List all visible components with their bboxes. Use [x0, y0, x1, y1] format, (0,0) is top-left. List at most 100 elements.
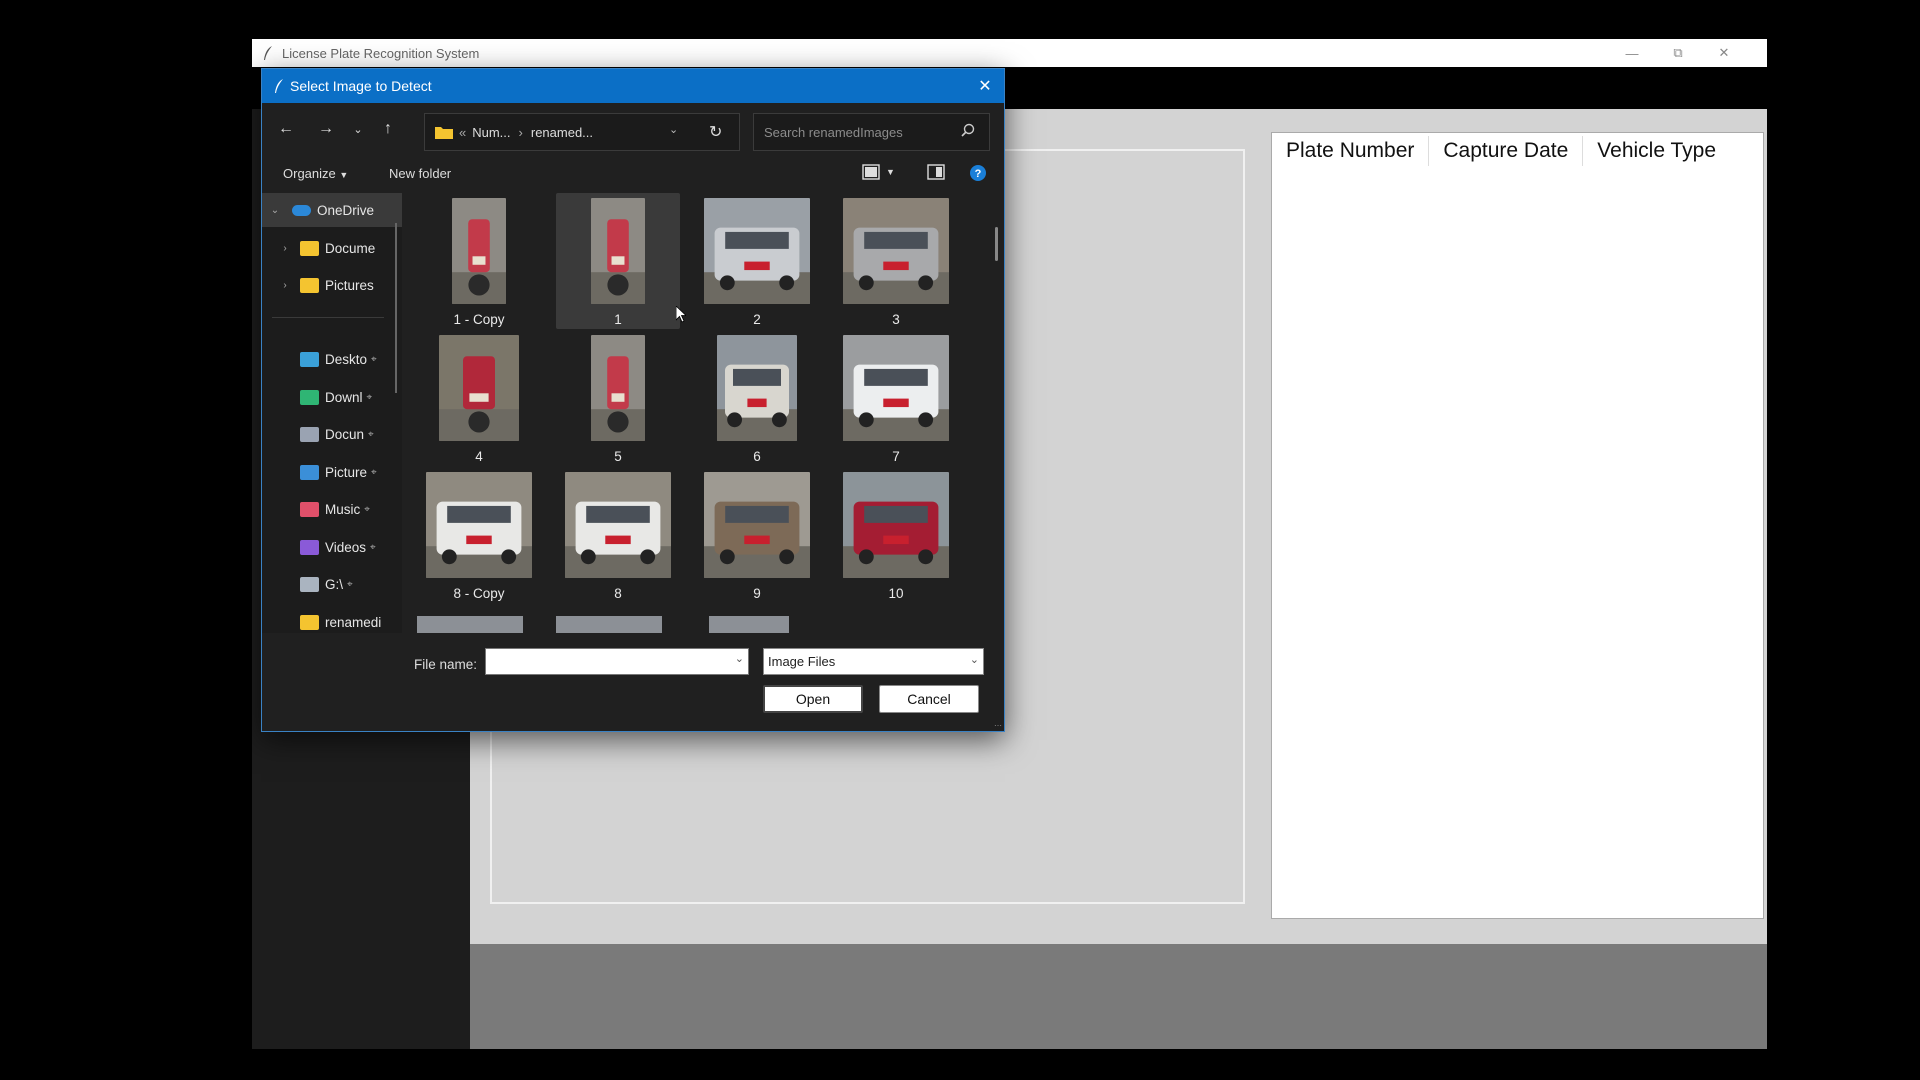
breadcrumb-renamed[interactable]: renamed...	[531, 125, 593, 140]
view-icon	[862, 164, 880, 180]
view-options-button[interactable]: ▼	[862, 164, 895, 180]
tree-item-label: Videos	[325, 539, 367, 555]
tree-scrollbar[interactable]	[395, 223, 397, 393]
file-item[interactable]: 6	[695, 330, 819, 466]
file-type-value: Image Files	[768, 654, 836, 669]
pin-icon: ⌖	[370, 541, 376, 553]
help-icon[interactable]: ?	[969, 164, 987, 182]
file-item[interactable]: 1	[556, 193, 680, 329]
overflow-crumb[interactable]: «	[459, 125, 466, 140]
tree-item-label: Picture	[325, 464, 368, 480]
navigation-bar: ← → ⌄ ↑ « Num... › renamed... ⌄ ↻ Search…	[262, 103, 1004, 155]
file-type-filter[interactable]: Image Files ⌄	[763, 648, 984, 675]
file-grid-scrollbar[interactable]	[995, 227, 998, 261]
dialog-close-icon[interactable]: ✕	[972, 73, 998, 99]
up-arrow-icon[interactable]: ↑	[376, 117, 400, 141]
open-button[interactable]: Open	[763, 685, 863, 713]
file-item[interactable]: 1 - Copy	[417, 193, 541, 329]
app-footer	[470, 944, 1767, 1049]
tree-item[interactable]: › Docume	[262, 231, 402, 265]
file-name: 5	[614, 449, 622, 464]
cancel-button[interactable]: Cancel	[879, 685, 979, 713]
collapse-chevron-icon[interactable]: ›	[278, 243, 292, 254]
image-thumbnail-partial[interactable]	[417, 616, 523, 633]
tree-item-label: Music	[325, 501, 361, 517]
app-titlebar[interactable]: License Plate Recognition System — ⧉ ✕	[252, 39, 1767, 67]
search-input[interactable]: Search renamedImages	[753, 113, 990, 151]
file-item[interactable]: 8 - Copy	[417, 467, 541, 603]
file-name: 10	[888, 586, 904, 601]
restore-icon[interactable]: ⧉	[1655, 39, 1701, 67]
desktop-icon	[300, 351, 319, 367]
file-item[interactable]: 2	[695, 193, 819, 329]
pin-icon: ⌖	[366, 391, 373, 403]
pin-icon: ⌖	[347, 578, 353, 590]
view-caret-icon: ▼	[886, 167, 895, 177]
app-close-icon[interactable]: ✕	[1701, 39, 1747, 67]
dialog-toolbar: Organize ▼ New folder ▼ ?	[262, 155, 1004, 191]
file-item[interactable]: 10	[834, 467, 958, 603]
tree-item[interactable]: Deskto ⌖	[262, 342, 402, 376]
image-thumbnail	[591, 198, 645, 304]
file-item[interactable]: 7	[834, 330, 958, 466]
file-name: 2	[753, 312, 761, 327]
file-item[interactable]: 5	[556, 330, 680, 466]
file-item[interactable]: 9	[695, 467, 819, 603]
tree-item[interactable]: renamedi	[262, 605, 402, 633]
file-name-dropdown-icon[interactable]: ⌄	[735, 652, 744, 665]
tree-item[interactable]: ⌄ OneDrive	[262, 193, 402, 227]
column-header-plate-number[interactable]: Plate Number	[1272, 136, 1430, 166]
tree-item[interactable]: G:\ ⌖	[262, 567, 402, 601]
mouse-cursor-icon	[676, 306, 686, 323]
tree-item[interactable]: › Pictures	[262, 268, 402, 302]
dialog-titlebar[interactable]: Select Image to Detect ✕	[262, 69, 1004, 103]
address-dropdown-chevron-icon[interactable]: ⌄	[669, 123, 678, 136]
forward-arrow-icon[interactable]: →	[314, 117, 338, 141]
file-name-label: File name:	[414, 657, 478, 672]
file-open-dialog: Select Image to Detect ✕ ← → ⌄ ↑ « Num..…	[261, 68, 1005, 732]
file-name-input[interactable]: ⌄	[485, 648, 749, 675]
organize-button[interactable]: Organize ▼	[283, 166, 348, 181]
expand-chevron-icon[interactable]: ⌄	[268, 205, 282, 216]
tree-item[interactable]: Music ⌖	[262, 492, 402, 526]
file-item[interactable]: 8	[556, 467, 680, 603]
filter-dropdown-icon: ⌄	[969, 654, 979, 666]
dialog-title: Select Image to Detect	[290, 78, 432, 94]
file-name: 8 - Copy	[453, 586, 505, 601]
tree-item-label: G:\	[325, 576, 344, 592]
column-header-capture-date[interactable]: Capture Date	[1429, 136, 1584, 166]
file-item[interactable]: 3	[834, 193, 958, 329]
image-thumbnail-partial[interactable]	[709, 616, 789, 633]
file-name: 9	[753, 586, 761, 601]
image-thumbnail	[452, 198, 506, 304]
tree-item-label: Downl	[325, 389, 363, 405]
tree-item[interactable]: Docun ⌖	[262, 417, 402, 451]
folder-icon	[300, 614, 319, 630]
column-header-vehicle-type[interactable]: Vehicle Type	[1583, 136, 1730, 166]
file-grid: 1 - Copy 1 2 3 4 5 6 7 8 - Copy 8 9 10	[410, 193, 990, 633]
resize-grip-icon[interactable]: ⋯	[994, 721, 1002, 730]
image-thumbnail	[565, 472, 671, 578]
refresh-icon[interactable]: ↻	[709, 122, 722, 142]
address-bar[interactable]: « Num... › renamed... ⌄ ↻	[424, 113, 740, 151]
back-arrow-icon[interactable]: ←	[274, 117, 298, 141]
tree-item-label: Pictures	[325, 277, 374, 293]
tree-item[interactable]: Picture ⌖	[262, 455, 402, 489]
file-item[interactable]: 4	[417, 330, 541, 466]
tree-item[interactable]: Videos ⌖	[262, 530, 402, 564]
image-thumbnail	[591, 335, 645, 441]
app-title: License Plate Recognition System	[282, 45, 480, 61]
folder-icon	[300, 240, 319, 256]
collapse-chevron-icon[interactable]: ›	[278, 280, 292, 291]
pin-icon: ⌖	[364, 503, 370, 515]
new-folder-button[interactable]: New folder	[389, 166, 451, 181]
preview-pane-icon[interactable]	[927, 164, 945, 180]
breadcrumb-num[interactable]: Num...	[472, 125, 510, 140]
image-thumbnail	[843, 335, 949, 441]
recent-locations-chevron-icon[interactable]: ⌄	[346, 117, 370, 141]
folder-icon	[300, 277, 319, 293]
search-placeholder: Search renamedImages	[764, 124, 903, 140]
image-thumbnail-partial[interactable]	[556, 616, 662, 633]
tree-item[interactable]: Downl ⌖	[262, 380, 402, 414]
minimize-icon[interactable]: —	[1609, 39, 1655, 67]
